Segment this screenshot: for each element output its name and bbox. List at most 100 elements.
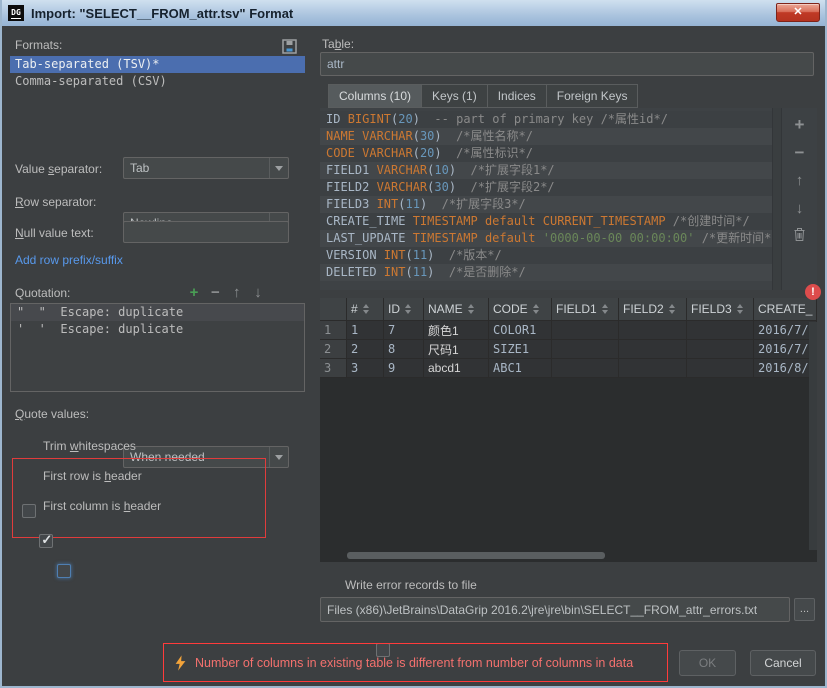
grid-cell[interactable]: 7 — [384, 321, 424, 339]
grid-cell[interactable]: 9 — [384, 359, 424, 377]
import-format-dialog: DG Import: "SELECT__FROM_attr.tsv" Forma… — [0, 0, 827, 688]
grid-cell[interactable]: 3 — [347, 359, 384, 377]
column-ddl-row[interactable]: FIELD3 INT(11) /*扩展字段3*/ — [320, 196, 772, 213]
grid-row: 228尺码1SIZE12016/7/ — [320, 340, 817, 359]
quotation-rule[interactable]: " " Escape: duplicate — [11, 304, 304, 321]
tab-keys-1-[interactable]: Keys (1) — [422, 84, 488, 108]
grid-cell[interactable] — [619, 321, 687, 339]
quotation-label: Quotation: — [15, 286, 70, 300]
grid-horizontal-scrollbar[interactable] — [320, 551, 817, 560]
grid-cell[interactable]: 8 — [384, 340, 424, 358]
remove-icon[interactable]: − — [206, 284, 224, 301]
scrollbar-thumb[interactable] — [347, 552, 605, 559]
grid-cell[interactable]: 2016/7/ — [754, 321, 817, 339]
grid-cell[interactable]: 2 — [347, 340, 384, 358]
column-ddl-row[interactable]: VERSION INT(11) /*版本*/ — [320, 247, 772, 264]
column-ddl-row[interactable]: CODE VARCHAR(20) /*属性标识*/ — [320, 145, 772, 162]
grid-cell[interactable] — [687, 321, 754, 339]
null-value-input[interactable] — [123, 221, 289, 243]
grid-header-name[interactable]: NAME — [424, 298, 489, 320]
error-badge: ! — [805, 284, 821, 300]
column-ddl-row[interactable]: CREATE_TIME TIMESTAMP default CURRENT_TI… — [320, 213, 772, 230]
remove-icon[interactable]: − — [791, 142, 809, 163]
grid-header-code[interactable]: CODE — [489, 298, 552, 320]
formats-list: Tab-separated (TSV)*Comma-separated (CSV… — [10, 56, 305, 90]
grid-cell[interactable]: ABC1 — [489, 359, 552, 377]
format-option[interactable]: Comma-separated (CSV) — [10, 73, 305, 90]
grid-cell[interactable] — [552, 359, 619, 377]
grid-cell[interactable] — [619, 359, 687, 377]
cancel-button[interactable]: Cancel — [750, 650, 816, 676]
sort-icon — [669, 304, 675, 314]
value-separator-value: Tab — [130, 161, 149, 175]
grid-cell[interactable]: COLOR1 — [489, 321, 552, 339]
close-button[interactable]: ✕ — [776, 3, 820, 22]
move-down-icon[interactable]: ↓ — [249, 284, 267, 301]
title-bar[interactable]: DG Import: "SELECT__FROM_attr.tsv" Forma… — [0, 0, 827, 26]
data-preview-grid: #IDNAMECODEFIELD1FIELD2FIELD3CREATE_ 117… — [320, 298, 817, 562]
table-name-input[interactable]: attr — [320, 52, 814, 76]
add-row-prefix-suffix-link[interactable]: Add row prefix/suffix — [15, 253, 123, 267]
quotation-rule[interactable]: ' ' Escape: duplicate — [11, 321, 304, 338]
first-column-header-checkbox[interactable] — [57, 564, 71, 578]
grid-cell[interactable]: 2016/8/ — [754, 359, 817, 377]
tab-columns-10-[interactable]: Columns (10) — [328, 84, 422, 108]
ok-button[interactable]: OK — [679, 650, 736, 676]
value-separator-select[interactable]: Tab — [123, 157, 289, 179]
grid-cell[interactable]: 尺码1 — [424, 340, 489, 358]
error-file-path-input[interactable]: Files (x86)\JetBrains\DataGrip 2016.2\jr… — [320, 597, 790, 622]
move-up-icon[interactable]: ↑ — [228, 284, 246, 301]
trash-icon[interactable] — [792, 226, 807, 242]
grid-header-id[interactable]: ID — [384, 298, 424, 320]
grid-cell[interactable] — [552, 321, 619, 339]
grid-cell[interactable]: 2016/7/ — [754, 340, 817, 358]
quotation-toolbar: + − ↑ ↓ — [185, 284, 267, 301]
formats-label: Formats: — [15, 38, 62, 52]
grid-cell[interactable] — [619, 340, 687, 358]
quote-values-label: Quote values: — [15, 407, 89, 421]
table-label: Table: — [322, 37, 354, 51]
grid-cell[interactable]: 1 — [347, 321, 384, 339]
grid-cell[interactable] — [687, 340, 754, 358]
sort-icon — [737, 304, 743, 314]
column-ddl-row[interactable]: NAME VARCHAR(30) /*属性名称*/ — [320, 128, 772, 145]
value-separator-label: Value separator: — [15, 162, 102, 176]
tab-indices[interactable]: Indices — [488, 84, 547, 108]
dialog-body: Formats: Tab-separated (TSV)*Comma-separ… — [2, 26, 825, 686]
grid-header-field3[interactable]: FIELD3 — [687, 298, 754, 320]
grid-cell[interactable]: abcd1 — [424, 359, 489, 377]
vertical-scrollbar[interactable] — [772, 108, 782, 290]
grid-vertical-scrollbar[interactable] — [809, 322, 817, 550]
grid-header-field2[interactable]: FIELD2 — [619, 298, 687, 320]
column-ddl-row[interactable]: FIELD1 VARCHAR(10) /*扩展字段1*/ — [320, 162, 772, 179]
first-row-header-checkbox[interactable] — [39, 534, 53, 548]
tab-foreign-keys[interactable]: Foreign Keys — [547, 84, 639, 108]
column-ddl-row[interactable]: DELETED INT(11) /*是否删除*/ — [320, 264, 772, 281]
grid-cell[interactable] — [552, 340, 619, 358]
browse-button[interactable]: ... — [794, 598, 815, 621]
add-icon[interactable]: + — [185, 284, 203, 301]
grid-header-field1[interactable]: FIELD1 — [552, 298, 619, 320]
validation-error-box: Number of columns in existing table is d… — [163, 643, 668, 682]
save-format-icon[interactable] — [282, 39, 297, 54]
grid-cell[interactable]: 颜色1 — [424, 321, 489, 339]
column-ddl-row[interactable]: FIELD2 VARCHAR(30) /*扩展字段2*/ — [320, 179, 772, 196]
column-ddl-row[interactable]: LAST_UPDATE TIMESTAMP default '0000-00-0… — [320, 230, 772, 247]
format-option[interactable]: Tab-separated (TSV)* — [10, 56, 305, 73]
datagrip-app-icon: DG — [8, 5, 24, 21]
move-up-icon[interactable]: ↑ — [791, 170, 809, 191]
row-number: 2 — [320, 340, 347, 358]
move-down-icon[interactable]: ↓ — [791, 198, 809, 219]
first-column-header-label: First column is header — [43, 499, 161, 513]
grid-header-[interactable]: # — [347, 298, 384, 320]
grid-header-create[interactable]: CREATE_ — [754, 298, 817, 320]
null-value-label: Null value text: — [15, 226, 94, 240]
sort-icon — [602, 304, 608, 314]
columns-ddl-list: ID BIGINT(20) -- part of primary key /*属… — [320, 111, 772, 281]
add-icon[interactable]: + — [791, 114, 809, 135]
grid-header-row: #IDNAMECODEFIELD1FIELD2FIELD3CREATE_ — [320, 298, 817, 321]
grid-cell[interactable] — [687, 359, 754, 377]
row-separator-label: Row separator: — [15, 195, 96, 209]
grid-cell[interactable]: SIZE1 — [489, 340, 552, 358]
column-ddl-row[interactable]: ID BIGINT(20) -- part of primary key /*属… — [320, 111, 772, 128]
